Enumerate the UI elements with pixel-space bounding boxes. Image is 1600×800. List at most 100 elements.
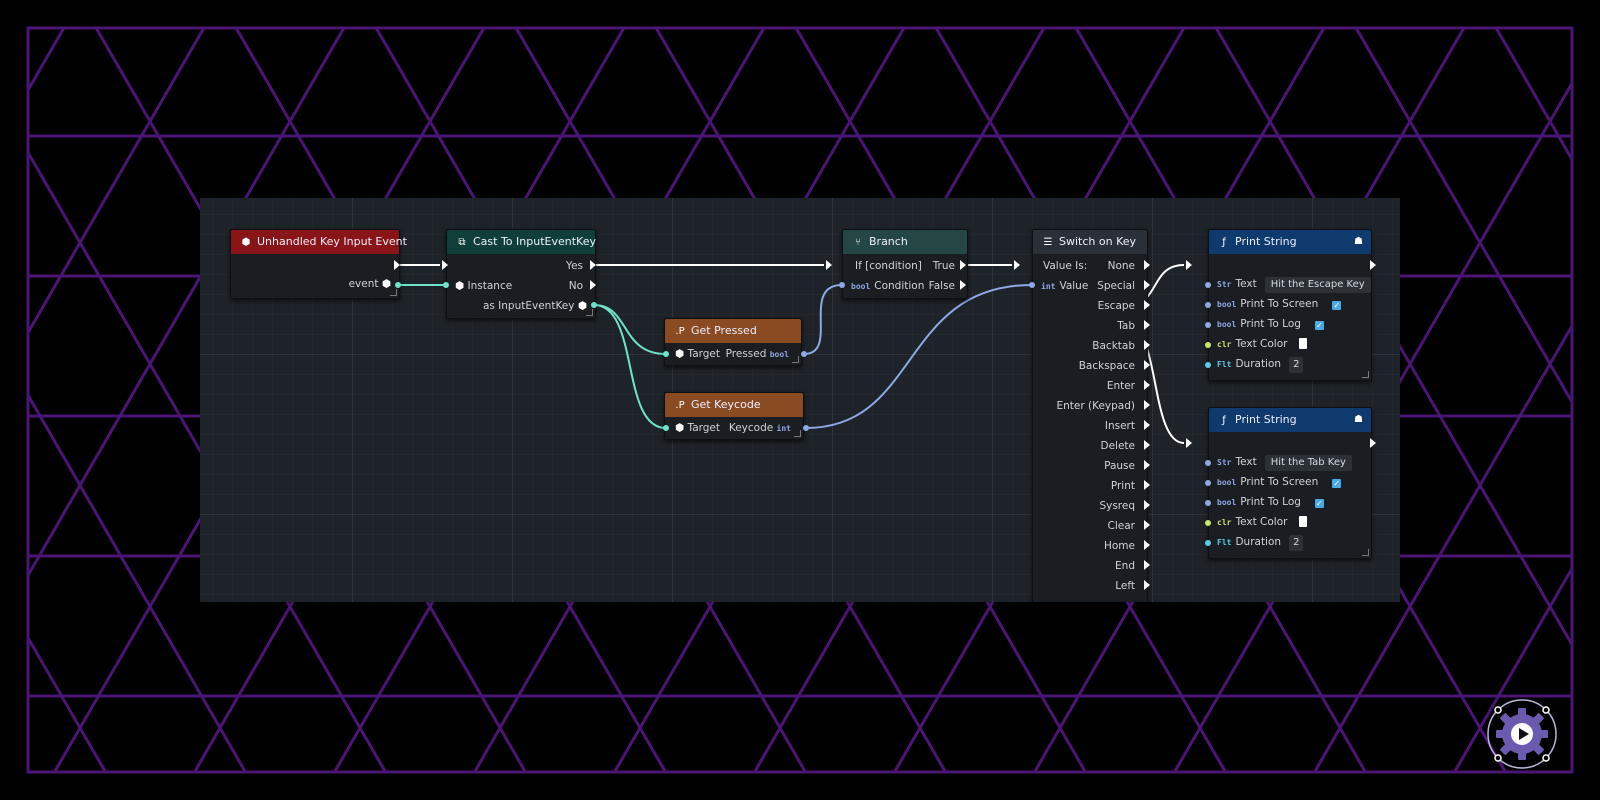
node-cast-to-inputeventkey[interactable]: ⧉ Cast To InputEventKey Yes ⬢ Instance No… bbox=[446, 229, 596, 319]
input-text-color[interactable]: clr Text Color bbox=[1217, 336, 1308, 353]
switch-case-clear[interactable]: Clear bbox=[1108, 518, 1135, 534]
output-false[interactable]: False bbox=[929, 278, 955, 294]
text-value-field[interactable]: Hit the Escape Key bbox=[1264, 277, 1371, 293]
resize-handle[interactable] bbox=[390, 289, 397, 296]
pin-label: Pressed bbox=[725, 348, 767, 360]
node-get-pressed[interactable]: .P Get Pressed ⬢ Target Pressed bool bbox=[664, 318, 802, 366]
node-title: Switch on Key bbox=[1059, 235, 1137, 248]
switch-case-enter[interactable]: Enter bbox=[1107, 378, 1135, 394]
object-icon: ⬢ bbox=[675, 422, 685, 434]
graph-canvas[interactable]: ⬢ Unhandled Key Input Event event ⬢ ⧉ Cast… bbox=[200, 198, 1400, 602]
input-print-to-log[interactable]: bool Print To Log ✓ bbox=[1217, 316, 1324, 333]
object-wire-cast-getkeycode bbox=[593, 304, 667, 429]
object-icon: ⬢ bbox=[241, 237, 251, 248]
pin-label: Value bbox=[1059, 280, 1089, 292]
ghost-icon: ☗ bbox=[1354, 414, 1363, 425]
node-header[interactable]: .P Get Keycode bbox=[665, 393, 803, 417]
switch-case-tab[interactable]: Tab bbox=[1117, 318, 1135, 334]
switch-case-backspace[interactable]: Backspace bbox=[1079, 358, 1135, 374]
pin-label: Print To Screen bbox=[1240, 298, 1319, 310]
input-text[interactable]: Str Text Hit the Tab Key bbox=[1217, 454, 1352, 471]
node-header[interactable]: ⬢ Unhandled Key Input Event bbox=[231, 230, 407, 254]
cast-icon: ⧉ bbox=[458, 237, 466, 248]
switch-case-backtab[interactable]: Backtab bbox=[1092, 338, 1135, 354]
switch-case-sysreq[interactable]: Sysreq bbox=[1099, 498, 1135, 514]
pin-label: Condition bbox=[874, 280, 925, 292]
bool-type-tag: bool bbox=[851, 282, 871, 291]
node-switch-on-key[interactable]: ☰ Switch on Key Value Is: int Value None Sp… bbox=[1032, 229, 1148, 602]
node-print-string-tab[interactable]: ƒ Print String ☗ Str Text Hit the Tab Key b… bbox=[1208, 407, 1372, 559]
node-get-keycode[interactable]: .P Get Keycode ⬢ Target Keycode int bbox=[664, 392, 804, 440]
input-target[interactable]: ⬢ Target bbox=[675, 346, 720, 362]
input-print-to-screen[interactable]: bool Print To Screen ✓ bbox=[1217, 474, 1342, 491]
switch-icon: ☰ bbox=[1043, 237, 1053, 248]
node-header[interactable]: ƒ Print String ☗ bbox=[1209, 230, 1371, 254]
switch-case-insert[interactable]: Insert bbox=[1105, 418, 1135, 434]
node-header[interactable]: ☰ Switch on Key bbox=[1033, 230, 1147, 254]
output-event[interactable]: event ⬢ bbox=[349, 276, 391, 292]
node-title: Cast To InputEventKey bbox=[473, 235, 596, 248]
switch-case-none[interactable]: None bbox=[1108, 258, 1135, 274]
print-to-screen-checkbox[interactable]: ✓ bbox=[1332, 479, 1342, 488]
resize-handle[interactable] bbox=[794, 430, 801, 437]
node-title: Get Keycode bbox=[691, 398, 761, 411]
switch-case-enter-keypad[interactable]: Enter (Keypad) bbox=[1056, 398, 1135, 414]
print-to-log-checkbox[interactable]: ✓ bbox=[1314, 321, 1324, 330]
float-type-tag: Flt bbox=[1217, 538, 1232, 547]
pin-label: as InputEventKey bbox=[482, 300, 575, 312]
resize-handle[interactable] bbox=[1362, 371, 1369, 378]
node-header[interactable]: ⧉ Cast To InputEventKey bbox=[447, 230, 596, 254]
pin-label: Text Color bbox=[1235, 516, 1288, 528]
input-duration[interactable]: Flt Duration 2 bbox=[1217, 534, 1304, 551]
switch-case-special[interactable]: Special bbox=[1097, 278, 1135, 294]
input-if-condition[interactable]: If [condition] bbox=[855, 258, 922, 274]
switch-case-end[interactable]: End bbox=[1115, 558, 1135, 574]
input-text-color[interactable]: clr Text Color bbox=[1217, 514, 1308, 531]
switch-case-print[interactable]: Print bbox=[1111, 478, 1135, 494]
resize-handle[interactable] bbox=[792, 356, 799, 363]
pin-label: Print To Log bbox=[1240, 496, 1301, 508]
input-target[interactable]: ⬢ Target bbox=[675, 420, 720, 436]
input-condition[interactable]: bool Condition bbox=[851, 278, 924, 295]
text-color-swatch[interactable] bbox=[1299, 338, 1308, 349]
switch-case-pause[interactable]: Pause bbox=[1104, 458, 1135, 474]
output-true[interactable]: True bbox=[933, 258, 955, 274]
node-print-string-escape[interactable]: ƒ Print String ☗ Str Text Hit the Escape Ke… bbox=[1208, 229, 1372, 381]
output-as-inputeventkey[interactable]: as InputEventKey ⬢ bbox=[483, 298, 587, 314]
switch-case-escape[interactable]: Escape bbox=[1098, 298, 1135, 314]
node-header[interactable]: ƒ Print String ☗ bbox=[1209, 408, 1371, 432]
switch-case-delete[interactable]: Delete bbox=[1101, 438, 1136, 454]
output-pressed[interactable]: Pressed bool bbox=[726, 346, 793, 363]
output-yes[interactable]: Yes bbox=[566, 258, 583, 274]
function-icon: ƒ bbox=[1222, 237, 1226, 248]
input-print-to-screen[interactable]: bool Print To Screen ✓ bbox=[1217, 296, 1342, 313]
text-color-swatch[interactable] bbox=[1299, 516, 1308, 527]
node-branch[interactable]: ⑂ Branch If [condition] True bool Conditio… bbox=[842, 229, 968, 299]
output-no[interactable]: No bbox=[569, 278, 583, 294]
node-title: Branch bbox=[869, 235, 908, 248]
node-header[interactable]: .P Get Pressed bbox=[665, 319, 801, 343]
node-header[interactable]: ⑂ Branch bbox=[843, 230, 967, 254]
duration-value-field[interactable]: 2 bbox=[1289, 357, 1304, 373]
resize-handle[interactable] bbox=[586, 309, 593, 316]
print-to-log-checkbox[interactable]: ✓ bbox=[1314, 499, 1324, 508]
object-wire-cast-getpressed bbox=[593, 304, 667, 355]
input-value[interactable]: int Value bbox=[1041, 278, 1088, 295]
text-value-field[interactable]: Hit the Tab Key bbox=[1264, 455, 1352, 471]
resize-handle[interactable] bbox=[1362, 549, 1369, 556]
node-unhandled-key-input-event[interactable]: ⬢ Unhandled Key Input Event event ⬢ bbox=[230, 229, 407, 299]
switch-case-left[interactable]: Left bbox=[1115, 578, 1135, 594]
property-icon: .P bbox=[675, 400, 685, 411]
input-instance[interactable]: ⬢ Instance bbox=[455, 278, 512, 294]
input-value-is[interactable]: Value Is: bbox=[1043, 258, 1087, 274]
pin-label: Text bbox=[1235, 278, 1257, 290]
switch-case-home[interactable]: Home bbox=[1104, 538, 1135, 554]
pin-label: Text Color bbox=[1235, 338, 1288, 350]
input-text[interactable]: Str Text Hit the Escape Key bbox=[1217, 276, 1371, 293]
print-to-screen-checkbox[interactable]: ✓ bbox=[1332, 301, 1342, 310]
node-title: Print String bbox=[1235, 413, 1297, 426]
input-print-to-log[interactable]: bool Print To Log ✓ bbox=[1217, 494, 1324, 511]
input-duration[interactable]: Flt Duration 2 bbox=[1217, 356, 1304, 373]
duration-value-field[interactable]: 2 bbox=[1289, 535, 1304, 551]
output-keycode[interactable]: Keycode int bbox=[729, 420, 795, 437]
